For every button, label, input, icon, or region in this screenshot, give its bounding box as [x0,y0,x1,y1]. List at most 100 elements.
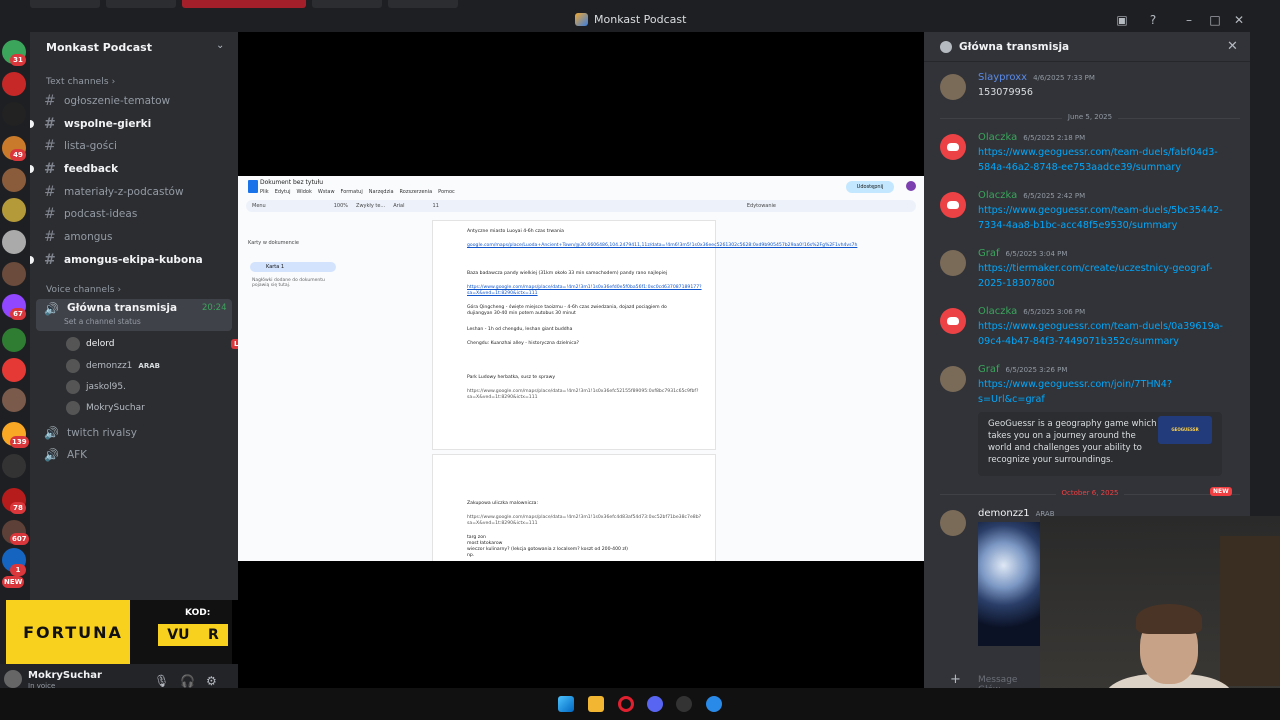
server-icon[interactable] [2,72,26,96]
hash-icon: # [44,229,56,245]
message-link[interactable]: https://www.geoguessr.com/team-duels/fab… [978,146,1228,175]
avatar[interactable] [940,250,966,276]
doc-page: Antyczne miasto Luoyai 4-6h czas trwania… [432,220,857,450]
channel-item[interactable]: # podcast-ideas [36,204,232,224]
message-author[interactable]: Olaczka 6/5/2025 3:06 PM [978,306,1085,317]
windows-start-icon[interactable] [558,696,574,712]
chat-header: Główna transmisja ✕ [924,32,1250,62]
channel-item[interactable]: # materiały-z-podcastów [36,182,232,202]
channel-item[interactable]: # ogłoszenie-tematow [36,91,232,111]
voice-channel[interactable]: 🔊 twitch rivalsy [36,423,232,443]
voice-user[interactable]: MokrySuchar [66,401,145,415]
server-list: 31 49 67 139 78 607 1 NEW [0,32,30,688]
discord-icon[interactable] [940,308,966,334]
category-voice-channels[interactable]: Voice channels › [46,285,121,295]
microphone-icon[interactable]: 🎙 [154,674,169,688]
mention-badge: 49 [10,149,26,161]
discord-icon[interactable] [940,134,966,160]
server-icon[interactable] [2,230,26,254]
doc-page: Zakupowa uliczka malownicza: https://www… [432,454,716,561]
message-author[interactable]: Olaczka 6/5/2025 2:42 PM [978,190,1085,201]
voice-channel[interactable]: 🔊 AFK [36,445,232,465]
promo-code-box: KOD: VU R [130,600,232,664]
mention-badge: 139 [10,436,29,448]
message-author[interactable]: Olaczka 6/5/2025 2:18 PM [978,132,1085,143]
speaker-icon: 🔊 [44,302,59,316]
close-icon[interactable]: ✕ [1227,39,1238,54]
avatar [66,401,80,415]
obs-icon[interactable] [676,696,692,712]
server-icon[interactable] [2,102,26,126]
taskbar [0,688,1280,720]
voice-channel-active[interactable]: 🔊 Główna transmisja 20:24 Set a channel … [36,299,232,331]
title-bar: Monkast Podcast ▣ ? – □ ✕ [0,0,1280,32]
gear-icon[interactable]: ⚙ [206,674,217,688]
docs-menu-bar: Plik Edytuj Widok Wstaw Formatuj Narzędz… [260,189,455,195]
message-author[interactable]: Graf 6/5/2025 3:04 PM [978,248,1067,259]
server-icon[interactable] [2,168,26,192]
stream-view[interactable]: Dokument bez tytułu Plik Edytuj Widok Ws… [238,32,924,688]
speaker-icon: 🔊 [44,448,59,462]
server-icon[interactable] [2,198,26,222]
inbox-icon[interactable]: ▣ [1115,13,1129,27]
maximize-icon[interactable]: □ [1208,13,1222,27]
speaker-icon: 🔊 [44,426,59,440]
help-icon[interactable]: ? [1146,13,1160,27]
server-icon[interactable] [2,454,26,478]
mention-badge: 1 [10,564,26,576]
channel-item[interactable]: # feedback [30,159,232,179]
channel-item[interactable]: # amongus [36,227,232,247]
docs-icon [248,180,258,193]
streamer-hair [1136,604,1202,634]
voice-user[interactable]: demonzz1 ARAB [66,359,160,373]
mention-badge: 607 [10,533,29,545]
avatar [66,380,80,394]
channel-status[interactable]: Set a channel status [64,317,141,326]
server-icon[interactable] [2,388,26,412]
message-author[interactable]: Slayproxx 4/6/2025 7:33 PM [978,72,1095,83]
message-link[interactable]: https://www.geoguessr.com/team-duels/0a3… [978,320,1228,349]
voice-user[interactable]: jaskol95. [66,380,126,394]
fortuna-logo: FORTUNA [10,602,136,662]
message-link[interactable]: https://www.geoguessr.com/team-duels/5bc… [978,204,1228,233]
headphones-icon[interactable]: 🎧 [180,674,195,688]
server-name[interactable]: Monkast Podcast [46,41,152,54]
avatar [66,359,80,373]
message-input[interactable]: + Message Głów [940,668,1040,695]
server-icon[interactable] [2,358,26,382]
discord-icon[interactable] [940,192,966,218]
message-author[interactable]: Graf 6/5/2025 3:26 PM [978,364,1067,375]
voice-user[interactable]: delordLIVE [66,337,255,351]
menu-item: Rozszerzenia [399,189,433,195]
mention-badge: 67 [10,308,26,320]
plus-icon[interactable]: + [950,672,961,687]
server-icon[interactable] [2,328,26,352]
close-window-icon[interactable]: ✕ [1232,13,1246,27]
messenger-icon[interactable] [706,696,722,712]
chevron-down-icon[interactable]: ⌄ [216,40,224,51]
voice-timer: 20:24 [202,303,227,313]
file-explorer-icon[interactable] [588,696,604,712]
link-embed[interactable]: GeoGuessr is a geography game which take… [978,412,1222,476]
username: MokrySuchar [28,670,102,681]
avatar[interactable] [940,510,966,536]
discord-icon[interactable] [647,696,663,712]
minimize-icon[interactable]: – [1182,13,1196,27]
avatar[interactable] [940,74,966,100]
avatar[interactable] [4,670,22,688]
sponsor-banner: FORTUNA KOD: VU R [6,600,232,664]
channel-item[interactable]: # lista-gości [36,136,232,156]
share-button: Udostępnij [846,181,894,193]
image-attachment[interactable] [978,522,1042,646]
server-icon[interactable] [2,262,26,286]
avatar[interactable] [940,366,966,392]
channel-item[interactable]: # amongus-ekipa-kubona [30,250,232,270]
message-link[interactable]: https://tiermaker.com/create/uczestnicy-… [978,262,1228,291]
opera-icon[interactable] [618,696,634,712]
category-text-channels[interactable]: Text channels › [46,77,115,87]
menu-item: Formatuj [340,189,363,195]
avatar [66,337,80,351]
channel-item[interactable]: # wspolne-gierki [30,114,232,134]
hash-icon: # [44,161,56,177]
message-link[interactable]: https://www.geoguessr.com/join/7THN4?s=U… [978,378,1228,407]
